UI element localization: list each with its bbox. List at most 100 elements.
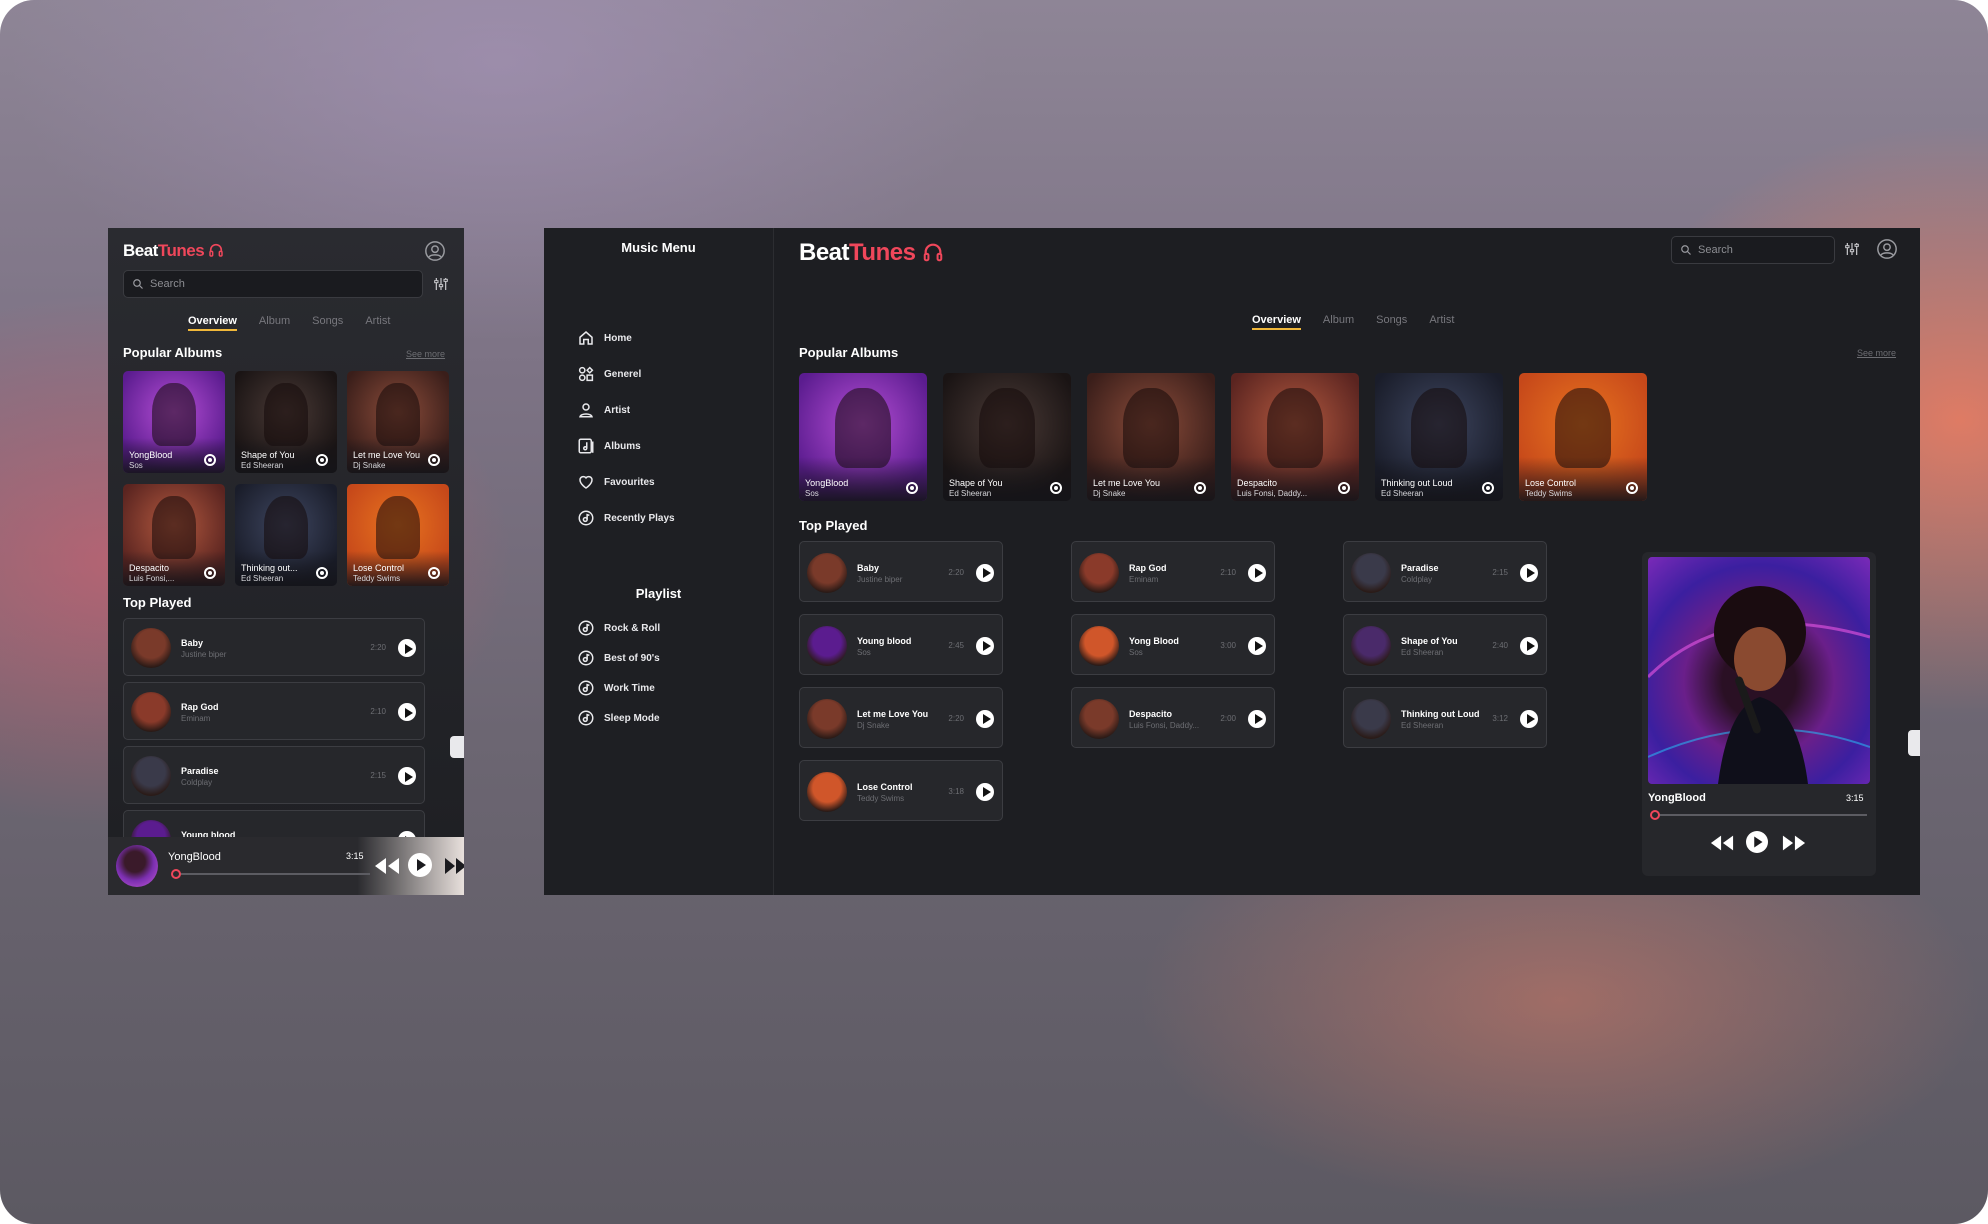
disc-icon[interactable] bbox=[428, 567, 440, 579]
track-row[interactable]: Thinking out Loud Ed Sheeran 3:12 bbox=[1343, 687, 1547, 748]
disc-icon[interactable] bbox=[204, 454, 216, 466]
see-more-link[interactable]: See more bbox=[1857, 348, 1896, 358]
play-button[interactable] bbox=[1520, 709, 1538, 728]
playlist-item[interactable]: Work Time bbox=[577, 679, 655, 697]
track-row[interactable]: Baby Justine biper 2:20 bbox=[799, 541, 1003, 602]
tab-album[interactable]: Album bbox=[1323, 314, 1354, 326]
album-artist: Teddy Swims bbox=[353, 574, 401, 583]
play-button[interactable] bbox=[398, 639, 416, 657]
tab-album[interactable]: Album bbox=[259, 315, 290, 327]
profile-icon[interactable] bbox=[424, 240, 446, 262]
filter-icon[interactable] bbox=[433, 276, 449, 292]
filter-icon[interactable] bbox=[1844, 241, 1860, 257]
play-button[interactable] bbox=[398, 767, 416, 785]
disc-icon[interactable] bbox=[316, 454, 328, 466]
album-card[interactable]: Lose Control Teddy Swims bbox=[347, 484, 449, 586]
play-button[interactable] bbox=[398, 703, 416, 721]
rewind-button[interactable] bbox=[374, 857, 400, 875]
home-icon bbox=[579, 331, 593, 345]
sidebar-item-artist[interactable]: Artist bbox=[577, 401, 630, 419]
track-avatar bbox=[807, 552, 847, 593]
playlist-item[interactable]: Sleep Mode bbox=[577, 709, 660, 727]
track-row[interactable]: Young blood Sos 2:45 bbox=[799, 614, 1003, 675]
play-button[interactable] bbox=[1520, 636, 1538, 655]
track-row[interactable]: Let me Love You Dj Snake 2:20 bbox=[799, 687, 1003, 748]
disc-icon[interactable] bbox=[204, 567, 216, 579]
fast-forward-button[interactable] bbox=[1782, 834, 1806, 852]
album-card[interactable]: Thinking out... Ed Sheeran bbox=[235, 484, 337, 586]
album-caption: Shape of You Ed Sheeran bbox=[943, 457, 1071, 501]
disc-icon[interactable] bbox=[1194, 482, 1206, 494]
disc-icon[interactable] bbox=[906, 482, 918, 494]
album-card[interactable]: Lose Control Teddy Swims bbox=[1519, 373, 1647, 501]
tab-overview[interactable]: Overview bbox=[1252, 314, 1301, 330]
tab-overview[interactable]: Overview bbox=[188, 315, 237, 331]
tab-artist[interactable]: Artist bbox=[365, 315, 390, 327]
album-card[interactable]: Thinking out Loud Ed Sheeran bbox=[1375, 373, 1503, 501]
track-row[interactable]: Rap God Eminam 2:10 bbox=[1071, 541, 1275, 602]
play-button[interactable] bbox=[976, 636, 994, 655]
track-row[interactable]: Baby Justine biper 2:20 bbox=[123, 618, 425, 676]
track-name: Paradise bbox=[1401, 562, 1439, 573]
mobile-search-input[interactable]: Search bbox=[123, 270, 423, 298]
sidebar-item-albums[interactable]: Albums bbox=[577, 437, 641, 455]
album-card[interactable]: YongBlood Sos bbox=[123, 371, 225, 473]
play-button[interactable] bbox=[976, 709, 994, 728]
play-button[interactable] bbox=[408, 853, 432, 877]
scroll-handle[interactable] bbox=[1908, 730, 1920, 756]
profile-icon[interactable] bbox=[1876, 238, 1898, 260]
album-caption: Shape of You Ed Sheeran bbox=[235, 438, 337, 473]
rewind-button[interactable] bbox=[1710, 834, 1734, 852]
play-button[interactable] bbox=[976, 563, 994, 582]
sidebar-item-label: Albums bbox=[604, 440, 641, 452]
headphones-icon bbox=[923, 243, 942, 262]
track-row[interactable]: Shape of You Ed Sheeran 2:40 bbox=[1343, 614, 1547, 675]
track-row[interactable]: Lose Control Teddy Swims 3:18 bbox=[799, 760, 1003, 821]
play-button[interactable] bbox=[976, 782, 994, 801]
track-row[interactable]: Despacito Luis Fonsi, Daddy... 2:00 bbox=[1071, 687, 1275, 748]
sidebar-item-recently-plays[interactable]: Recently Plays bbox=[577, 509, 675, 527]
disc-icon[interactable] bbox=[1338, 482, 1350, 494]
disc-icon[interactable] bbox=[1482, 482, 1494, 494]
tab-songs[interactable]: Songs bbox=[1376, 314, 1407, 326]
album-card[interactable]: Let me Love You Dj Snake bbox=[347, 371, 449, 473]
playlist-item[interactable]: Best of 90's bbox=[577, 649, 660, 667]
album-card[interactable]: YongBlood Sos bbox=[799, 373, 927, 501]
play-button[interactable] bbox=[1248, 636, 1266, 655]
mobile-progress-track[interactable] bbox=[172, 873, 370, 875]
disc-icon[interactable] bbox=[1050, 482, 1062, 494]
play-button[interactable] bbox=[1520, 563, 1538, 582]
track-row[interactable]: Rap God Eminam 2:10 bbox=[123, 682, 425, 740]
scroll-handle[interactable] bbox=[450, 736, 464, 758]
mobile-logo: BeatTunes bbox=[123, 241, 224, 261]
tab-songs[interactable]: Songs bbox=[312, 315, 343, 327]
sidebar-item-home[interactable]: Home bbox=[577, 329, 632, 347]
album-card[interactable]: Shape of You Ed Sheeran bbox=[235, 371, 337, 473]
play-button[interactable] bbox=[1248, 709, 1266, 728]
disc-icon[interactable] bbox=[316, 567, 328, 579]
track-artist: Coldplay bbox=[1401, 574, 1433, 584]
album-title: Despacito bbox=[129, 563, 170, 573]
mobile-progress-knob[interactable] bbox=[170, 869, 181, 879]
album-card[interactable]: Shape of You Ed Sheeran bbox=[943, 373, 1071, 501]
album-card[interactable]: Despacito Luis Fonsi,... bbox=[123, 484, 225, 586]
see-more-link[interactable]: See more bbox=[406, 349, 445, 359]
album-card[interactable]: Let me Love You Dj Snake bbox=[1087, 373, 1215, 501]
track-row[interactable]: Paradise Coldplay 2:15 bbox=[123, 746, 425, 804]
sidebar-item-generel[interactable]: Generel bbox=[577, 365, 641, 383]
progress-track[interactable] bbox=[1651, 814, 1867, 816]
play-button[interactable] bbox=[1248, 563, 1266, 582]
playlist-item[interactable]: Rock & Roll bbox=[577, 619, 660, 637]
album-cover-art bbox=[375, 383, 421, 447]
tab-artist[interactable]: Artist bbox=[1429, 314, 1454, 326]
progress-knob[interactable] bbox=[1650, 810, 1661, 820]
play-button[interactable] bbox=[1746, 831, 1768, 853]
disc-icon[interactable] bbox=[428, 454, 440, 466]
album-card[interactable]: Despacito Luis Fonsi, Daddy... bbox=[1231, 373, 1359, 501]
track-row[interactable]: Paradise Coldplay 2:15 bbox=[1343, 541, 1547, 602]
fast-forward-button[interactable] bbox=[444, 857, 464, 875]
disc-icon[interactable] bbox=[1626, 482, 1638, 494]
track-row[interactable]: Yong Blood Sos 3:00 bbox=[1071, 614, 1275, 675]
desktop-search-input[interactable]: Search bbox=[1671, 236, 1835, 264]
sidebar-item-favourites[interactable]: Favourites bbox=[577, 473, 655, 491]
